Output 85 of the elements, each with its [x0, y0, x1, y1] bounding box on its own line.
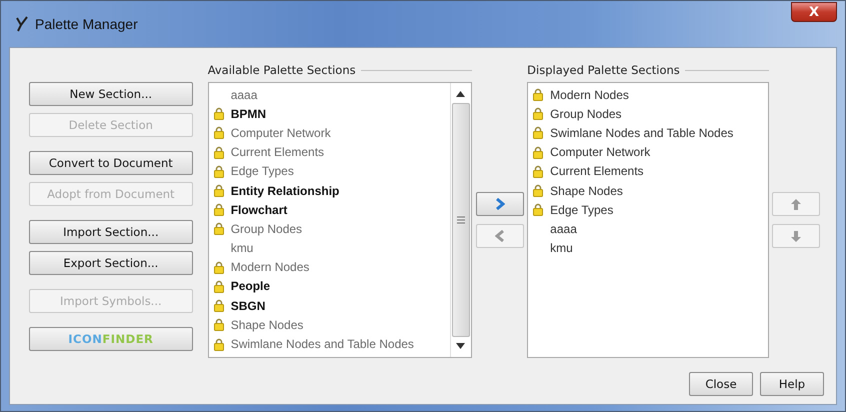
- list-item[interactable]: aaaa: [212, 85, 450, 104]
- scroll-down-icon[interactable]: [456, 343, 466, 349]
- list-item[interactable]: Flowchart: [212, 200, 450, 220]
- item-label: Current Elements: [550, 164, 644, 178]
- list-item[interactable]: People: [212, 276, 450, 296]
- lock-icon: [533, 164, 544, 178]
- arrow-down-icon: [791, 230, 802, 242]
- section-button[interactable]: Import Section...: [29, 220, 193, 244]
- lock-icon: [214, 260, 224, 274]
- dialog-button[interactable]: Close: [689, 372, 753, 396]
- list-item[interactable]: Swimlane Nodes and Table Nodes: [532, 123, 768, 143]
- item-label: Modern Nodes: [550, 88, 629, 102]
- lock-icon: [533, 146, 544, 159]
- list-item[interactable]: Swimlane Nodes and Table Nodes: [212, 334, 450, 354]
- item-label: Modern Nodes: [230, 260, 310, 274]
- list-item[interactable]: Group Nodes: [532, 104, 768, 124]
- item-label: Edge Types: [550, 202, 614, 217]
- item-label: kmu: [550, 241, 573, 256]
- chevron-left-icon: [494, 230, 505, 242]
- window-close-button[interactable]: X: [791, 2, 837, 22]
- lock-icon: [214, 164, 224, 178]
- arrow-up-icon: [791, 198, 802, 210]
- list-item[interactable]: Current Elements: [212, 142, 450, 162]
- scrollbar[interactable]: [450, 83, 471, 357]
- lock-icon: [214, 184, 224, 198]
- list-heading: Displayed Palette Sections: [527, 63, 680, 77]
- lock-icon: [214, 107, 224, 120]
- lock-icon: [214, 299, 224, 312]
- list-item[interactable]: aaaa: [532, 219, 768, 238]
- lock-icon: [214, 338, 224, 351]
- item-label: People: [230, 279, 270, 294]
- list-item[interactable]: Shape Nodes: [532, 180, 768, 200]
- lock-icon: [533, 184, 544, 198]
- app-logo-icon: [15, 16, 29, 32]
- list-item[interactable]: kmu: [212, 238, 450, 258]
- item-label: Flowchart: [230, 202, 288, 217]
- item-label: Swimlane Nodes and Table Nodes: [230, 337, 414, 352]
- lock-icon: [214, 203, 224, 216]
- list-item[interactable]: Computer Network: [532, 142, 768, 162]
- list-item[interactable]: Shape Nodes: [212, 315, 450, 334]
- list-item[interactable]: Edge Types: [532, 200, 768, 220]
- list-item[interactable]: Group Nodes: [212, 219, 450, 238]
- lock-icon: [533, 126, 544, 140]
- item-label: Swimlane Nodes and Table Nodes: [550, 126, 734, 140]
- lock-icon: [214, 280, 224, 293]
- list-item[interactable]: BPMN: [212, 104, 450, 124]
- list-item[interactable]: Entity Relationship: [212, 180, 450, 200]
- lock-icon: [533, 88, 544, 102]
- item-label: Group Nodes: [230, 222, 302, 236]
- item-label: SBGN: [230, 298, 266, 313]
- list-item[interactable]: Edge Types: [212, 162, 450, 181]
- item-label: Entity Relationship: [230, 184, 340, 198]
- lock-icon: [533, 203, 544, 216]
- item-label: Computer Network: [230, 126, 331, 140]
- section-button[interactable]: Convert to Document: [29, 151, 193, 175]
- item-label: kmu: [230, 241, 254, 256]
- scroll-up-icon[interactable]: [456, 91, 466, 97]
- item-label: Group Nodes: [550, 106, 622, 121]
- lock-icon: [214, 318, 224, 332]
- list-item[interactable]: Modern Nodes: [212, 258, 450, 277]
- item-label: aaaa: [230, 88, 258, 102]
- scroll-thumb[interactable]: [452, 103, 470, 337]
- list-item[interactable]: kmu: [532, 238, 768, 258]
- section-button[interactable]: New Section...: [29, 82, 193, 106]
- list-item[interactable]: SBGN: [212, 296, 450, 316]
- list-item[interactable]: Computer Network: [212, 123, 450, 143]
- list-item[interactable]: Current Elements: [532, 162, 768, 181]
- list-item[interactable]: Modern Nodes: [532, 85, 768, 104]
- item-label: Shape Nodes: [230, 318, 304, 332]
- item-label: aaaa: [550, 222, 577, 236]
- item-label: Shape Nodes: [550, 184, 623, 198]
- item-label: Current Elements: [230, 145, 324, 160]
- chevron-right-icon: [494, 198, 505, 210]
- item-label: BPMN: [230, 106, 266, 121]
- item-label: Computer Network: [550, 145, 650, 160]
- lock-icon: [533, 107, 544, 120]
- window-title: Palette Manager: [35, 16, 138, 32]
- list-heading: Available Palette Sections: [208, 63, 356, 77]
- lock-icon: [214, 126, 224, 140]
- add-button[interactable]: [476, 192, 524, 216]
- dialog-button[interactable]: Help: [760, 372, 824, 396]
- item-label: Edge Types: [230, 164, 294, 178]
- section-button[interactable]: Export Section...: [29, 251, 193, 275]
- lock-icon: [214, 222, 224, 236]
- lock-icon: [214, 146, 224, 159]
